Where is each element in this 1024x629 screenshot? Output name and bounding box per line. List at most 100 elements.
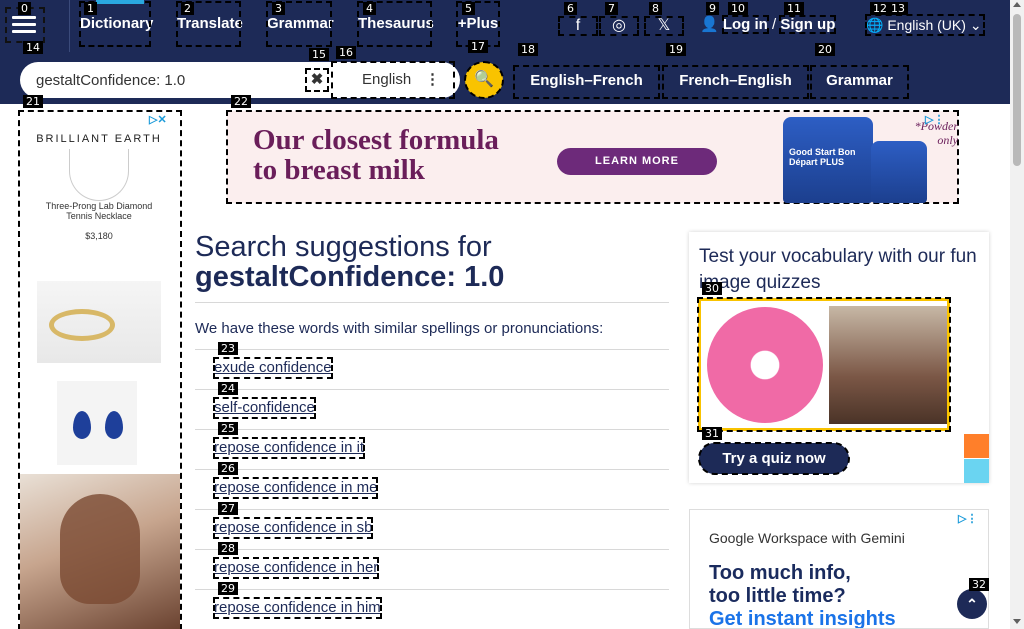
banner-advertisement[interactable]: Our closest formula to breast milk LEARN… bbox=[226, 110, 959, 204]
left-advertisement[interactable]: ▷✕ BRILLIANT EARTH Three-Prong Lab Diamo… bbox=[18, 110, 182, 629]
side-tab-orange[interactable] bbox=[964, 434, 989, 458]
ad-product-name: Three-Prong Lab Diamond Tennis Necklace bbox=[45, 201, 153, 221]
element-tag: 12 bbox=[870, 2, 890, 15]
quiz-card: Test your vocabulary with our fun image … bbox=[689, 232, 989, 483]
login-link[interactable]: Log in bbox=[721, 15, 769, 34]
element-tag: 16 bbox=[336, 46, 356, 59]
divider bbox=[195, 302, 669, 303]
search-language-dropdown[interactable]: English ⋮ bbox=[331, 61, 455, 99]
quicklink-english-french[interactable]: English–French bbox=[513, 65, 660, 99]
element-tag: 24 bbox=[218, 382, 238, 395]
suggestions-intro: We have these words with similar spellin… bbox=[195, 320, 604, 337]
element-tag: 30 bbox=[702, 282, 722, 295]
clear-search-button[interactable]: ✖ bbox=[305, 68, 329, 92]
element-tag: 13 bbox=[888, 2, 908, 15]
suggestion-link[interactable]: repose confidence in sb bbox=[212, 517, 374, 539]
ad-choices-icon[interactable]: ▷⋮ bbox=[925, 113, 944, 126]
element-tag: 18 bbox=[518, 43, 538, 56]
hamburger-icon bbox=[12, 16, 36, 19]
chevron-down-icon: ⌄ bbox=[969, 17, 982, 33]
x-twitter-icon[interactable]: 𝕏 bbox=[644, 16, 684, 36]
element-tag: 0 bbox=[18, 2, 31, 15]
language-selector[interactable]: 🌐 English (UK) ⌄ bbox=[865, 14, 985, 36]
element-tag: 8 bbox=[649, 2, 662, 15]
scrollbar-thumb[interactable] bbox=[1013, 14, 1021, 166]
quicklink-grammar[interactable]: Grammar bbox=[810, 65, 909, 99]
element-tag: 15 bbox=[309, 48, 329, 61]
element-tag: 31 bbox=[702, 427, 722, 440]
product-can-small-image bbox=[871, 141, 927, 203]
quiz-title: Test your vocabulary with our fun image … bbox=[699, 246, 977, 293]
element-tag: 25 bbox=[218, 422, 238, 435]
search-query: gestaltConfidence: 1.0 bbox=[195, 261, 505, 293]
suggestion-link[interactable]: self-confidence bbox=[213, 397, 316, 419]
google-ad-heading: Google Workspace with Gemini bbox=[709, 530, 905, 546]
quiz-image-link[interactable] bbox=[697, 297, 951, 432]
suggestion-link[interactable]: repose confidence in me bbox=[212, 477, 379, 499]
element-tag: 21 bbox=[23, 95, 43, 108]
search-button[interactable]: 🔍 bbox=[464, 61, 504, 99]
page-title: Search suggestions for gestaltConfidence… bbox=[195, 231, 505, 293]
search-language-label: English bbox=[362, 71, 412, 88]
banner-cta-button[interactable]: LEARN MORE bbox=[557, 148, 717, 175]
scrollbar[interactable] bbox=[1010, 0, 1024, 629]
google-workspace-advertisement[interactable]: ▷⋮ Google Workspace with Gemini Too much… bbox=[689, 509, 989, 629]
suggestion-link[interactable]: repose confidence in it bbox=[212, 437, 366, 459]
element-tag: 14 bbox=[23, 41, 43, 54]
element-tag: 32 bbox=[969, 578, 989, 591]
top-navigation: Dictionary Translate Grammar Thesaurus +… bbox=[0, 0, 1010, 52]
milkshake-image bbox=[829, 306, 947, 424]
try-quiz-button[interactable]: Try a quiz now bbox=[698, 442, 850, 475]
element-tag: 29 bbox=[218, 582, 238, 595]
search-box: ✖ English ⋮ bbox=[20, 61, 460, 99]
back-to-top-button[interactable]: ⌃ bbox=[957, 589, 987, 619]
element-tag: 17 bbox=[468, 40, 488, 53]
more-options-icon: ⋮ bbox=[425, 71, 440, 88]
model-image bbox=[20, 474, 180, 629]
element-tag: 2 bbox=[181, 2, 194, 15]
element-tag: 23 bbox=[218, 342, 238, 355]
google-ad-headline: Too much info, too little time? Get inst… bbox=[709, 562, 896, 629]
ad-choices-icon[interactable]: ▷✕ bbox=[149, 113, 167, 126]
signup-link[interactable]: Sign up bbox=[779, 15, 837, 34]
search-input[interactable] bbox=[36, 62, 316, 98]
side-tab-blue[interactable] bbox=[964, 459, 989, 483]
user-icon: 👤 bbox=[700, 16, 719, 33]
necklace-image bbox=[69, 149, 129, 201]
scroll-down-arrow-icon[interactable] bbox=[1013, 619, 1021, 624]
globe-icon: 🌐 bbox=[866, 17, 884, 33]
instagram-icon[interactable]: ◎ bbox=[599, 16, 639, 36]
nav-divider bbox=[69, 0, 70, 52]
product-can-image: Good Start Bon Départ PLUS bbox=[783, 117, 873, 203]
element-tag: 9 bbox=[706, 2, 719, 15]
element-tag: 28 bbox=[218, 542, 238, 555]
suggestion-link[interactable]: repose confidence in him bbox=[213, 597, 382, 619]
ring-image bbox=[37, 281, 161, 363]
suggestion-link[interactable]: exude confidence bbox=[213, 357, 333, 379]
suggestion-link[interactable]: repose confidence in her bbox=[212, 557, 380, 579]
page: Dictionary Translate Grammar Thesaurus +… bbox=[0, 0, 1024, 629]
quicklink-french-english[interactable]: French–English bbox=[662, 65, 809, 99]
element-tag: 5 bbox=[462, 2, 475, 15]
facebook-icon[interactable]: f bbox=[558, 16, 598, 36]
element-tag: 1 bbox=[84, 2, 97, 15]
element-tag: 10 bbox=[728, 2, 748, 15]
element-tag: 3 bbox=[272, 2, 285, 15]
element-tag: 7 bbox=[605, 2, 618, 15]
link-separator: / bbox=[772, 16, 777, 33]
ad-product-price: $3,180 bbox=[85, 231, 113, 241]
element-tag: 27 bbox=[218, 502, 238, 515]
ad-brand-name: BRILLIANT EARTH bbox=[36, 133, 162, 145]
ad-choices-icon[interactable]: ▷⋮ bbox=[958, 512, 977, 525]
banner-headline: Our closest formula to breast milk bbox=[253, 124, 499, 186]
element-tag: 22 bbox=[231, 95, 251, 108]
element-tag: 6 bbox=[564, 2, 577, 15]
scroll-up-arrow-icon[interactable] bbox=[1013, 2, 1021, 7]
element-tag: 11 bbox=[784, 2, 804, 15]
element-tag: 26 bbox=[218, 462, 238, 475]
user-links: 👤 Log in / Sign up bbox=[700, 14, 837, 36]
element-tag: 19 bbox=[666, 43, 686, 56]
element-tag: 4 bbox=[363, 2, 376, 15]
earrings-image bbox=[57, 381, 137, 465]
search-bar: ✖ English ⋮ 🔍 English–French French–Engl… bbox=[0, 52, 1010, 104]
